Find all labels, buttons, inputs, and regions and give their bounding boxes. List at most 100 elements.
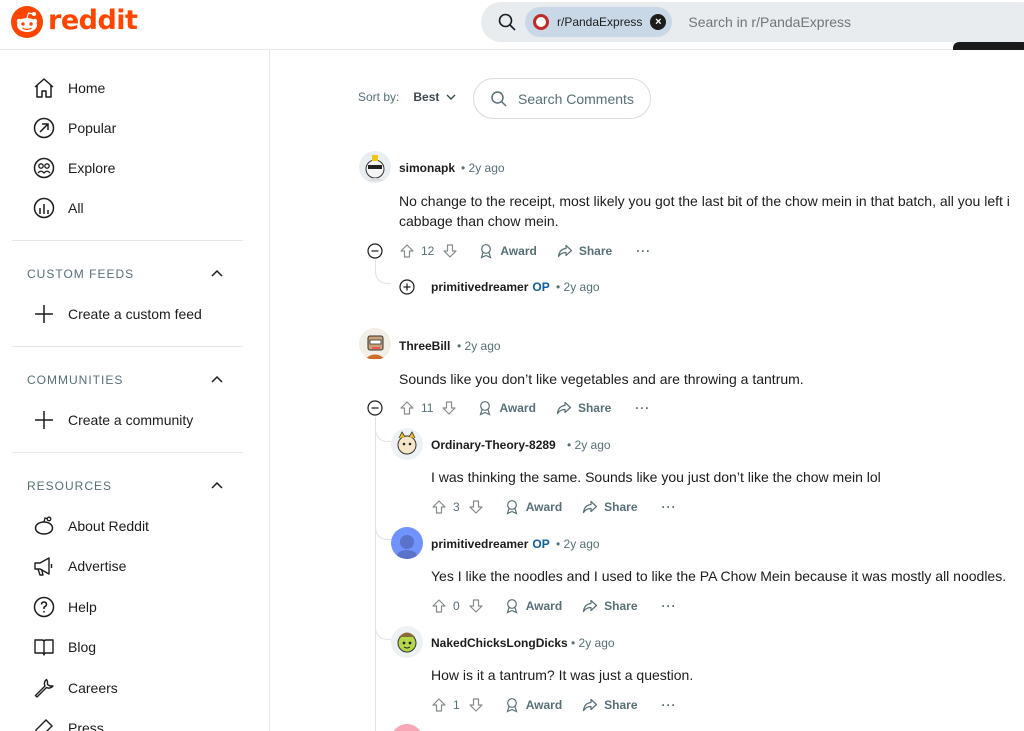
- award-label: Award: [500, 244, 537, 258]
- avatar[interactable]: [359, 151, 391, 183]
- share-button[interactable]: Share: [556, 400, 611, 416]
- award-button[interactable]: Award: [504, 499, 562, 515]
- communities-header[interactable]: COMMUNITIES: [27, 372, 225, 388]
- comment-actions: 3 Award Share ···: [431, 497, 677, 517]
- comment-search-input[interactable]: Search Comments: [473, 78, 651, 119]
- sidebar-item-label: Careers: [68, 680, 118, 696]
- downvote-icon[interactable]: [441, 400, 457, 416]
- create-community[interactable]: Create a community: [32, 408, 193, 432]
- comment-author[interactable]: NakedChicksLongDicks: [431, 636, 568, 650]
- popular-icon: [33, 117, 55, 139]
- award-label: Award: [499, 401, 536, 415]
- search-bar[interactable]: r/PandaExpress × Search in r/PandaExpres…: [481, 2, 1024, 42]
- upvote-icon[interactable]: [399, 400, 415, 416]
- custom-feeds-header[interactable]: CUSTOM FEEDS: [27, 266, 225, 282]
- avatar[interactable]: [391, 527, 423, 559]
- sidebar-divider: [12, 240, 243, 241]
- subreddit-chip-label: r/PandaExpress: [557, 15, 643, 29]
- more-options-button[interactable]: ···: [662, 500, 677, 514]
- comment-actions: 1 Award Share ···: [431, 695, 677, 715]
- share-button[interactable]: Share: [557, 243, 612, 259]
- upvote-icon[interactable]: [431, 598, 447, 614]
- more-options-button[interactable]: ···: [662, 599, 677, 613]
- comment-actions: 0 Award Share ···: [431, 596, 677, 616]
- share-icon: [556, 401, 572, 415]
- avatar[interactable]: [391, 626, 423, 658]
- resources-header[interactable]: RESOURCES: [27, 478, 225, 494]
- comment-actions: 12 Award Share ···: [399, 241, 651, 261]
- close-icon[interactable]: ×: [650, 14, 667, 30]
- comment-author[interactable]: primitivedreamer OP: [431, 537, 550, 551]
- comment-author[interactable]: simonapk: [399, 161, 455, 175]
- more-options-button[interactable]: ···: [635, 401, 650, 415]
- comment-author[interactable]: ThreeBill: [399, 339, 450, 353]
- award-icon: [480, 401, 491, 416]
- sidebar-item-press[interactable]: Press: [32, 716, 104, 731]
- comment-body-line: Yes I like the noodles and I used to lik…: [431, 568, 1007, 584]
- avatar[interactable]: [391, 428, 423, 460]
- chevron-up-icon[interactable]: [209, 372, 225, 388]
- award-button[interactable]: Award: [504, 598, 562, 614]
- share-button[interactable]: Share: [582, 697, 638, 713]
- sidebar-item-explore[interactable]: Explore: [32, 156, 115, 180]
- downvote-icon[interactable]: [468, 697, 484, 713]
- award-button[interactable]: Award: [477, 400, 536, 416]
- sidebar-item-label: Home: [68, 80, 106, 96]
- upvote-icon[interactable]: [399, 243, 415, 259]
- create-custom-feed[interactable]: Create a custom feed: [32, 302, 202, 326]
- default-avatar-icon: [391, 527, 423, 559]
- sidebar-item-advertise[interactable]: Advertise: [32, 554, 126, 578]
- share-label: Share: [604, 500, 638, 514]
- share-icon: [557, 244, 572, 258]
- reddit-logo[interactable]: reddit: [10, 5, 138, 39]
- plus-icon: [35, 411, 53, 429]
- create-community-label: Create a community: [68, 412, 194, 428]
- award-label: Award: [525, 500, 563, 514]
- collapse-icon[interactable]: [367, 400, 383, 416]
- chevron-up-icon[interactable]: [209, 266, 225, 282]
- author-name: primitivedreamer: [431, 280, 529, 294]
- comment-author[interactable]: Ordinary-Theory-8289: [431, 438, 556, 452]
- share-button[interactable]: Share: [582, 598, 638, 614]
- comments-pane: Sort by: Best Search Comments simonapk •…: [271, 50, 1024, 731]
- award-label: Award: [525, 698, 563, 712]
- chevron-down-icon[interactable]: [445, 91, 457, 103]
- sidebar-item-label: Explore: [68, 160, 116, 176]
- downvote-icon[interactable]: [442, 243, 458, 259]
- upvote-icon[interactable]: [431, 499, 447, 515]
- downvote-icon[interactable]: [468, 598, 484, 614]
- snoo-avatar-icon: [359, 151, 391, 183]
- share-icon: [583, 698, 598, 712]
- collapse-icon[interactable]: [367, 243, 383, 259]
- subreddit-filter-chip[interactable]: r/PandaExpress ×: [525, 7, 673, 37]
- downvote-icon[interactable]: [468, 499, 484, 515]
- share-label: Share: [604, 698, 638, 712]
- thread-curve: [375, 418, 391, 442]
- comment-search-placeholder: Search Comments: [518, 90, 634, 107]
- share-button[interactable]: Share: [582, 499, 638, 515]
- comment-body-line: I was thinking the same. Sounds like you…: [431, 469, 881, 485]
- sidebar-item-careers[interactable]: Careers: [32, 676, 118, 700]
- award-button[interactable]: Award: [478, 243, 537, 259]
- sort-value[interactable]: Best: [413, 90, 439, 104]
- sidebar-item-all[interactable]: All: [32, 196, 84, 220]
- comment-author[interactable]: primitivedreamer OP: [431, 280, 550, 294]
- avatar[interactable]: [359, 328, 391, 360]
- sidebar-item-home[interactable]: Home: [32, 76, 105, 100]
- avatar[interactable]: [391, 724, 423, 731]
- sort-control[interactable]: Sort by: Best: [358, 90, 457, 104]
- expand-icon[interactable]: [399, 279, 415, 295]
- award-button[interactable]: Award: [504, 697, 562, 713]
- vote-count: 12: [421, 244, 435, 258]
- more-options-button[interactable]: ···: [636, 244, 651, 258]
- sidebar-item-popular[interactable]: Popular: [32, 116, 116, 140]
- upvote-icon[interactable]: [431, 697, 447, 713]
- sidebar-item-about-reddit[interactable]: About Reddit: [32, 514, 149, 538]
- search-input[interactable]: Search in r/PandaExpress: [688, 14, 851, 30]
- more-options-button[interactable]: ···: [662, 698, 677, 712]
- chevron-up-icon[interactable]: [209, 478, 225, 494]
- explore-icon: [33, 157, 55, 179]
- section-title: RESOURCES: [27, 479, 113, 493]
- sidebar-item-help[interactable]: Help: [32, 595, 97, 619]
- sidebar-item-blog[interactable]: Blog: [32, 635, 96, 659]
